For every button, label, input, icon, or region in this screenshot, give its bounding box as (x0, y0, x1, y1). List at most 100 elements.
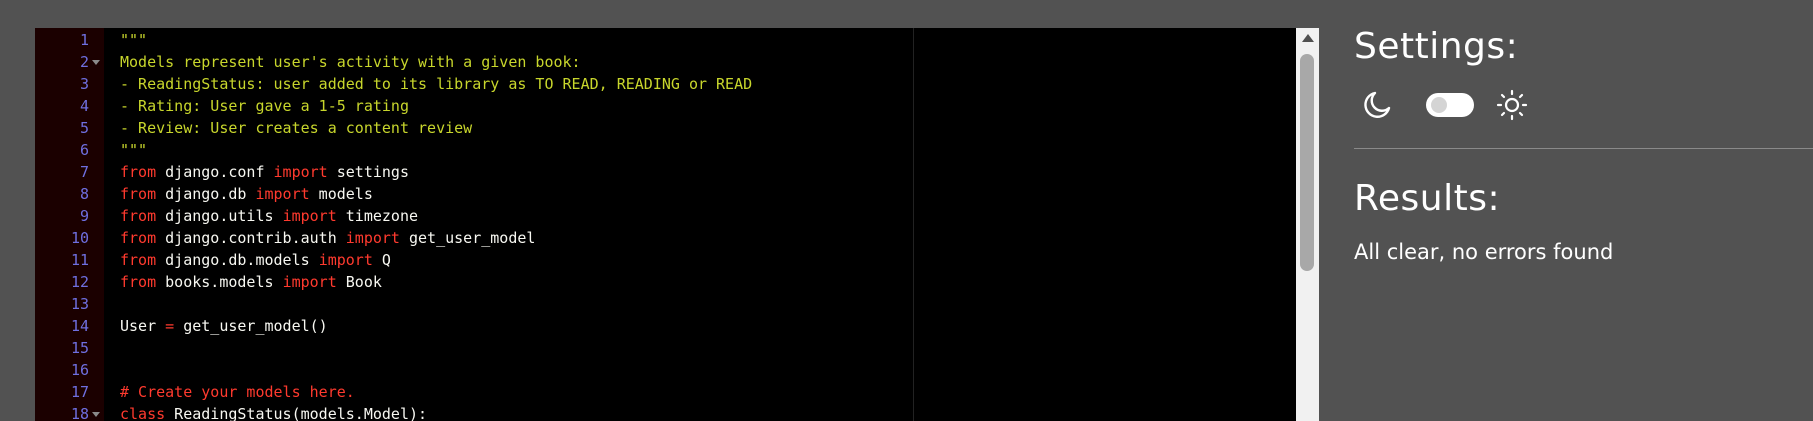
scroll-up-arrow-icon[interactable] (1302, 34, 1314, 42)
code-line[interactable]: - Rating: User gave a 1-5 rating (120, 95, 409, 117)
line-number: 14 (35, 315, 104, 337)
code-text: django.contrib.auth (156, 229, 346, 247)
scroll-thumb[interactable] (1300, 54, 1314, 271)
code-keyword: from (120, 273, 157, 291)
code-text: settings (327, 163, 409, 181)
line-number: 12 (35, 271, 104, 293)
print-margin (913, 28, 914, 421)
line-number-text: 6 (79, 141, 89, 159)
code-line[interactable]: """ (120, 139, 147, 161)
line-number: 3 (35, 73, 104, 95)
sun-icon (1496, 89, 1528, 121)
code-line[interactable]: from django.contrib.auth import get_user… (120, 227, 535, 249)
code-keyword: from (120, 251, 157, 269)
code-text: django.db.models (156, 251, 319, 269)
code-line[interactable]: - ReadingStatus: user added to its libra… (120, 73, 752, 95)
code-text: get_user_model() (174, 317, 328, 335)
settings-title: Settings: (1354, 26, 1519, 67)
line-number: 8 (35, 183, 104, 205)
code-text: ReadingStatus(models.Model): (165, 405, 428, 421)
code-line[interactable]: Models represent user's activity with a … (120, 51, 581, 73)
line-number-text: 12 (70, 273, 89, 291)
line-number: 13 (35, 293, 104, 315)
code-text: User (120, 317, 166, 335)
code-text: - ReadingStatus: user added to its libra… (120, 75, 753, 93)
code-line[interactable]: """ (120, 29, 147, 51)
code-text: """ (120, 141, 148, 159)
code-text: django.db (156, 185, 256, 203)
code-keyword: import (273, 163, 328, 181)
line-number: 6 (35, 139, 104, 161)
line-number-text: 3 (79, 75, 89, 93)
theme-toggle[interactable] (1426, 93, 1474, 117)
line-number-text: 13 (70, 295, 89, 313)
line-number-text: 7 (79, 163, 89, 181)
line-number: 7 (35, 161, 104, 183)
line-number: 10 (35, 227, 104, 249)
code-line[interactable]: from books.models import Book (120, 271, 382, 293)
code-text: timezone (336, 207, 419, 225)
code-keyword: import (282, 273, 337, 291)
line-number: 11 (35, 249, 104, 271)
code-line[interactable]: # Create your models here. (120, 381, 355, 403)
code-text: Book (336, 273, 382, 291)
line-number-text: 1 (79, 31, 89, 49)
editor-scrollbar[interactable] (1296, 28, 1319, 421)
code-text: models (309, 185, 373, 203)
code-text: Models represent user's activity with a … (120, 53, 581, 71)
side-panel: Settings: Results: All clear, no errors … (1319, 0, 1813, 421)
code-text: django.conf (156, 163, 274, 181)
divider (1354, 148, 1813, 149)
line-number: 9 (35, 205, 104, 227)
code-line[interactable]: from django.db.models import Q (120, 249, 391, 271)
line-number-text: 9 (79, 207, 89, 225)
fold-arrow-icon[interactable] (92, 60, 100, 65)
results-title: Results: (1354, 178, 1501, 219)
line-number: 4 (35, 95, 104, 117)
code-line[interactable]: from django.conf import settings (120, 161, 409, 183)
line-number-text: 4 (79, 97, 89, 115)
line-number: 15 (35, 337, 104, 359)
code-keyword: from (120, 163, 157, 181)
line-number: 16 (35, 359, 104, 381)
line-number-text: 10 (70, 229, 89, 247)
line-number-text: 8 (79, 185, 89, 203)
line-number-gutter: 1 2 3 4 5 6 7 8 9 10 11 12 13 14 15 16 17 18 (35, 28, 104, 421)
line-number: 1 (35, 29, 104, 51)
code-keyword: from (120, 207, 157, 225)
code-operator: = (165, 317, 175, 335)
code-text: Q (372, 251, 391, 269)
line-number: 2 (35, 51, 104, 73)
code-keyword: import (345, 229, 400, 247)
line-number-text: 2 (79, 53, 89, 71)
code-keyword: import (282, 207, 337, 225)
code-text: - Rating: User gave a 1-5 rating (120, 97, 409, 115)
line-number-text: 17 (70, 383, 89, 401)
line-number-text: 15 (70, 339, 89, 357)
theme-switcher (1360, 86, 1560, 122)
code-text: # Create your models here. (120, 383, 355, 401)
code-line[interactable]: class ReadingStatus(models.Model): (120, 403, 427, 421)
code-text: django.utils (156, 207, 283, 225)
line-number-text: 5 (79, 119, 89, 137)
line-number-text: 11 (70, 251, 89, 269)
code-keyword: from (120, 229, 157, 247)
code-line[interactable]: from django.utils import timezone (120, 205, 418, 227)
code-line[interactable]: User = get_user_model() (120, 315, 328, 337)
code-keyword: import (318, 251, 373, 269)
code-line[interactable]: from django.db import models (120, 183, 373, 205)
code-keyword: class (120, 405, 166, 421)
code-editor[interactable]: 1 2 3 4 5 6 7 8 9 10 11 12 13 14 15 16 17 18 """ Models re… (35, 28, 1319, 421)
toggle-knob (1431, 97, 1447, 113)
line-number-text: 16 (70, 361, 89, 379)
code-text: get_user_model (399, 229, 536, 247)
line-number-text: 18 (70, 405, 89, 421)
code-keyword: from (120, 185, 157, 203)
line-number: 5 (35, 117, 104, 139)
results-message: All clear, no errors found (1354, 240, 1614, 264)
code-text: books.models (156, 273, 283, 291)
code-line[interactable]: - Review: User creates a content review (120, 117, 472, 139)
fold-arrow-icon[interactable] (92, 412, 100, 417)
code-text: """ (120, 31, 148, 49)
moon-icon (1364, 91, 1391, 118)
